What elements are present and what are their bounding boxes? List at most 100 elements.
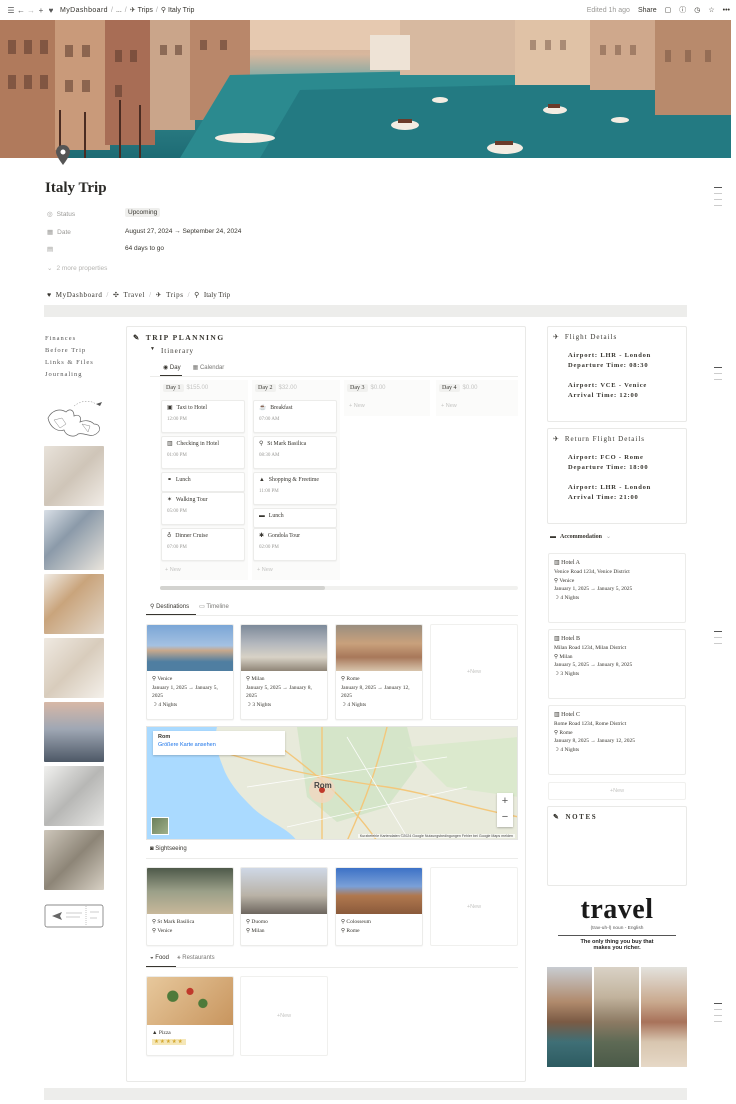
crumb-trips[interactable]: Trips [166,291,184,299]
itinerary-card[interactable]: ▬ Lunch [253,508,337,528]
sight-card-st-mark[interactable]: ⚲ St Mark Basilica ⚲ Venice [146,867,234,946]
destination-card-venice[interactable]: ⚲ Venice January 1, 2025 → January 5, 202… [146,624,234,720]
scroll-marker[interactable] [714,205,722,206]
tab-timeline[interactable]: ▭ Timeline [199,603,229,610]
topbar-crumb-trips[interactable]: Trips [138,7,153,14]
itinerary-toggle[interactable]: ▼ Itinerary [150,347,194,355]
property-date-value[interactable]: August 27, 2024 → September 24, 2024 [125,228,241,235]
back-icon[interactable]: ← [16,6,26,15]
satellite-toggle[interactable] [151,817,169,835]
itinerary-card[interactable]: ☕ Breakfast 07:00 AM [253,400,337,433]
scroll-marker[interactable] [714,379,722,380]
scroll-marker[interactable] [714,373,722,374]
return-flight-header: ✈ Return Flight Details [553,435,645,443]
food-card-pizza[interactable]: ▲ Pizza ★★★★★ [146,976,234,1056]
accommodation-header[interactable]: ▬ Accommodation ⌄ [550,533,611,541]
add-item-day2[interactable]: + New [257,567,273,573]
nav-finances[interactable]: Finances [45,335,105,342]
map-larger-link[interactable]: Größere Karte ansehen [158,742,280,748]
map-footer: Kurzbefehle Kartendaten ©2024 Google Nut… [357,834,515,838]
destination-card-milan[interactable]: ⚲ Milan January 5, 2025 → January 8, 2025… [240,624,328,720]
menu-icon[interactable]: ☰ [6,6,16,15]
quote-line-2: makes you richer. [593,944,641,951]
itinerary-card[interactable]: ▥ Checking in Hotel 01:00 PM [161,436,245,469]
crumb-travel[interactable]: Travel [123,291,145,299]
day3-header: Day 3 $0.00 [347,384,386,392]
tab-food[interactable]: ◒ Food [150,955,169,962]
nav-before-trip[interactable]: Before Trip [45,347,105,354]
add-destination[interactable]: + New [430,624,518,720]
tab-divider [146,858,518,859]
world-map-plane-icon [47,401,102,437]
add-item-day4[interactable]: + New [441,403,457,409]
hotel-card-c[interactable]: ▥ Hotel C Rome Road 1234, Rome District … [548,705,686,775]
tab-calendar[interactable]: ▦ Calendar [193,364,225,371]
crumb-italy[interactable]: Italy Trip [204,291,230,299]
scroll-marker[interactable] [714,643,722,644]
add-item-day1[interactable]: + New [165,567,181,573]
scroll-marker[interactable] [714,637,722,638]
scroll-marker[interactable] [714,1021,722,1022]
gondola-icon: ✱ [259,533,264,539]
property-status-label: ◎ Status [47,210,76,219]
chevron-down-icon: ⌄ [47,265,53,272]
tab-divider [146,967,518,968]
itinerary-card[interactable]: ✶ Walking Tour 05:00 PM [161,492,245,525]
share-button[interactable]: Share [638,7,657,14]
scroll-marker[interactable] [714,1009,722,1010]
add-food[interactable]: + New [240,976,328,1056]
scroll-marker[interactable] [714,631,722,632]
scroll-marker[interactable] [714,187,722,188]
topbar-crumb-italy[interactable]: Italy Trip [168,7,194,14]
sightseeing-header[interactable]: ◙ Sightseeing [150,846,187,852]
more-properties-toggle[interactable]: ⌄ 2 more properties [47,264,107,273]
info-icon[interactable]: ⓘ [679,5,686,15]
itinerary-card[interactable]: ⚭ Lunch [161,472,245,492]
scroll-marker[interactable] [714,1003,722,1004]
history-icon[interactable]: ◷ [694,6,700,14]
nav-journaling[interactable]: Journaling [45,371,105,378]
more-icon[interactable]: ••• [723,7,730,14]
food-icon: ⚭ [167,477,172,483]
scroll-marker[interactable] [714,199,722,200]
itinerary-card[interactable]: ▣ Taxi to Hotel 12:00 PM [161,400,245,433]
tab-destinations[interactable]: ⚲ Destinations [150,603,189,610]
nav-links-files[interactable]: Links & Files [45,359,105,366]
scroll-marker[interactable] [714,1015,722,1016]
tab-day[interactable]: ◉ Day [163,364,181,371]
sight-card-duomo[interactable]: ⚲ Duomo ⚲ Milan [240,867,328,946]
fork-knife-icon: ⚹ [176,955,181,961]
itinerary-card[interactable]: ✱ Gondola Tour 02:00 PM [253,528,337,561]
board-scrollbar-thumb[interactable] [160,586,325,590]
st-mark-photo [147,868,233,914]
property-status-value[interactable]: Upcoming [125,208,161,217]
page-title[interactable]: Italy Trip [45,180,107,197]
zoom-out-button[interactable]: − [497,809,513,825]
itinerary-card[interactable]: ⚲ St Mark Basilica 08:30 AM [253,436,337,469]
comment-icon[interactable]: ▢ [665,6,672,14]
sight-card-colosseum[interactable]: ⚲ Colosseum ⚲ Rome [335,867,423,946]
zoom-in-button[interactable]: + [497,793,513,809]
topbar-crumb-dashboard[interactable]: MyDashboard [60,7,108,14]
hotel-card-b[interactable]: ▥ Hotel B Milan Road 1234, Milan Distric… [548,629,686,699]
destination-card-rome[interactable]: ⚲ Rome January 8, 2025 → January 12, 2025… [335,624,423,720]
star-icon[interactable]: ☆ [708,6,714,14]
moodboard-photo-7 [44,830,104,890]
itinerary-card[interactable]: ♁ Dinner Cruise 07:00 PM [161,528,245,561]
hotel-card-a[interactable]: ▥ Hotel A Venice Road 1234, Venice Distr… [548,553,686,623]
add-hotel[interactable]: + New [548,782,686,800]
property-formula-label: ▤ [47,245,53,253]
crumb-dashboard[interactable]: MyDashboard [56,291,103,299]
board-scrollbar[interactable] [160,586,518,590]
itinerary-card[interactable]: ▲ Shopping & Freetime 11:00 PM [253,472,337,505]
forward-icon[interactable]: → [26,6,36,15]
map-embed[interactable]: Rom Größere Karte ansehen Rom + − Kurzbef… [146,726,518,840]
taxi-icon: ▣ [167,405,173,411]
add-sight[interactable]: + New [430,867,518,946]
scroll-marker[interactable] [714,367,722,368]
scroll-marker[interactable] [714,193,722,194]
topbar-crumb-ellipsis[interactable]: ... [116,7,122,14]
tab-restaurants[interactable]: ⚹ Restaurants [177,955,215,962]
add-item-day3[interactable]: + New [349,403,365,409]
add-icon[interactable]: + [36,6,46,15]
